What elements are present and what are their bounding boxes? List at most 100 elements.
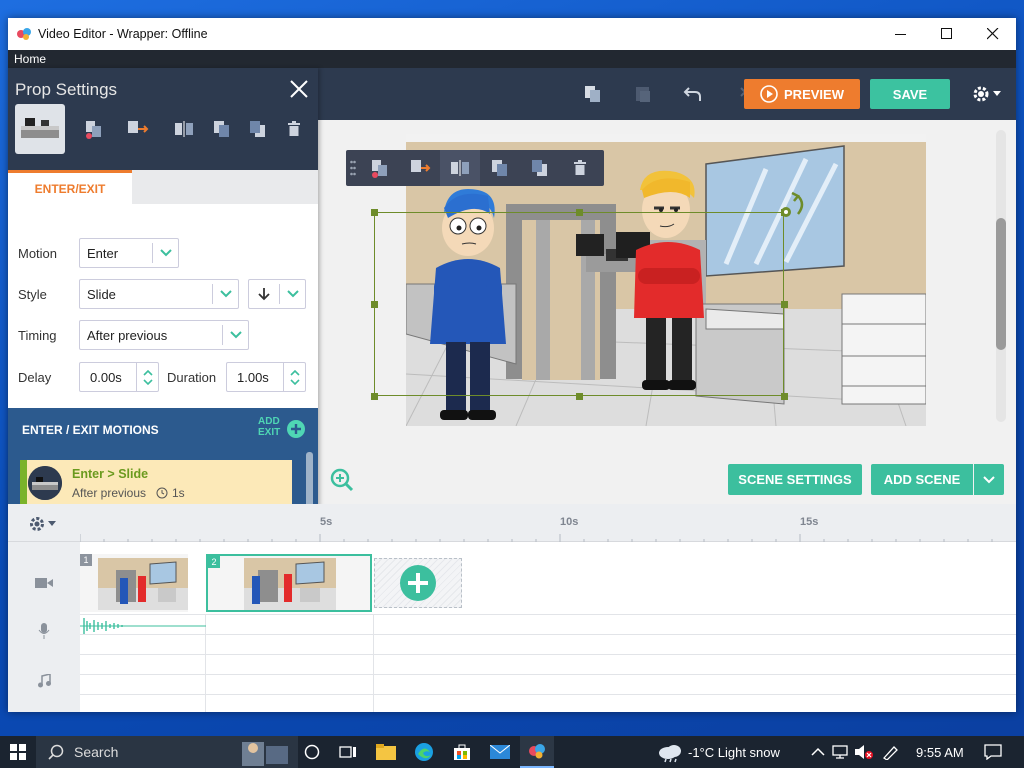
resize-handle-top-left[interactable] — [371, 209, 378, 216]
wrapper-app-taskbar-icon[interactable] — [520, 736, 554, 768]
resize-handle-top[interactable] — [576, 209, 583, 216]
bring-forward-icon[interactable] — [480, 159, 520, 177]
panel-title: Prop Settings — [15, 80, 118, 99]
menu-home[interactable]: Home — [14, 52, 46, 66]
add-motion-icon[interactable] — [400, 158, 440, 178]
chevron-down-icon — [279, 284, 305, 304]
scene-2-thumbnail — [244, 558, 336, 610]
chevron-up-icon[interactable] — [810, 744, 826, 760]
weather-cloud-icon[interactable] — [656, 741, 684, 763]
style-select[interactable]: Slide — [79, 279, 239, 309]
arrow-down-icon — [249, 287, 279, 301]
resize-handle-right[interactable] — [781, 301, 788, 308]
timeline-ruler: 5s 10s 15s — [8, 504, 1016, 542]
delay-value: 0.00s — [90, 369, 122, 385]
timeline-scene-2[interactable]: 2 — [206, 554, 372, 612]
send-backward-icon[interactable] — [520, 159, 560, 177]
close-window-button[interactable] — [970, 18, 1016, 50]
delete-prop-icon[interactable] — [278, 110, 310, 148]
windows-logo-icon — [10, 744, 26, 760]
search-placeholder: Search — [74, 744, 119, 760]
undo-icon[interactable] — [674, 68, 712, 120]
network-icon[interactable] — [832, 744, 850, 760]
direction-select[interactable] — [248, 279, 306, 309]
close-panel-icon[interactable] — [286, 76, 312, 102]
gear-icon — [973, 86, 989, 102]
selection-box[interactable] — [374, 212, 784, 396]
bring-forward-icon[interactable] — [206, 110, 238, 148]
save-button[interactable]: SAVE — [870, 79, 950, 109]
clock-time[interactable]: 9:55 AM — [916, 745, 964, 760]
resize-handle-bottom-left[interactable] — [371, 393, 378, 400]
weather-text[interactable]: -1°C Light snow — [688, 745, 780, 760]
flip-horizontal-icon[interactable] — [440, 150, 480, 186]
caret-down-icon — [993, 91, 1001, 96]
microphone-track-icon — [8, 616, 80, 646]
camera-track-icon — [8, 554, 80, 612]
timing-select[interactable]: After previous — [79, 320, 249, 350]
chevron-down-icon — [152, 243, 178, 263]
mail-icon[interactable] — [488, 740, 512, 764]
tab-enter-exit[interactable]: ENTER/EXIT — [8, 170, 132, 204]
tick-label-5s: 5s — [320, 516, 333, 528]
music-track-icon — [8, 666, 80, 696]
caret-down-icon — [48, 521, 56, 526]
zoom-in-icon[interactable] — [330, 468, 354, 492]
menu-bar: Home — [8, 50, 1016, 68]
volume-muted-icon[interactable] — [854, 744, 874, 760]
plus-circle-icon — [400, 565, 436, 601]
add-exit-label-line2: EXIT — [258, 427, 281, 438]
motion-item-duration-value: 1s — [172, 486, 185, 500]
scene-settings-button[interactable]: SCENE SETTINGS — [728, 464, 862, 495]
resize-handle-bottom[interactable] — [576, 393, 583, 400]
store-icon[interactable] — [450, 740, 474, 764]
preview-button[interactable]: PREVIEW — [744, 79, 860, 109]
delete-asset-icon[interactable] — [560, 160, 600, 176]
search-icon — [48, 744, 64, 760]
notifications-icon[interactable] — [984, 744, 1002, 761]
paste-icon[interactable] — [624, 68, 662, 120]
clock-icon — [156, 487, 168, 499]
motion-select[interactable]: Enter — [79, 238, 179, 268]
flip-horizontal-icon[interactable] — [168, 110, 200, 148]
start-button[interactable] — [0, 736, 36, 768]
add-exit-button[interactable]: ADD EXIT — [258, 416, 280, 438]
file-explorer-icon[interactable] — [374, 740, 398, 764]
add-scene-slot[interactable] — [374, 558, 462, 608]
stage-scrollbar-thumb[interactable] — [996, 218, 1006, 350]
ruler-ticks — [80, 534, 993, 542]
plus-circle-icon[interactable] — [287, 420, 305, 438]
audio-waveform[interactable] — [80, 616, 206, 636]
stepper-arrows-icon[interactable] — [283, 363, 305, 391]
chevron-down-icon — [212, 284, 238, 304]
swap-asset-icon[interactable] — [360, 158, 400, 178]
task-view-icon[interactable] — [336, 740, 360, 764]
motions-scrollbar[interactable] — [306, 452, 313, 508]
resize-handle-left[interactable] — [371, 301, 378, 308]
rotate-handle-icon[interactable] — [776, 190, 806, 220]
task-view-circle-icon[interactable] — [300, 740, 324, 764]
timeline-settings-button[interactable] — [28, 514, 62, 534]
minimize-button[interactable] — [878, 18, 924, 50]
add-motion-icon[interactable] — [122, 110, 154, 148]
pen-icon[interactable] — [882, 744, 900, 761]
resize-handle-bottom-right[interactable] — [781, 393, 788, 400]
delay-stepper[interactable]: 0.00s — [79, 362, 159, 392]
style-label: Style — [18, 287, 47, 302]
edge-browser-icon[interactable] — [412, 740, 436, 764]
drag-handle-icon[interactable] — [346, 150, 360, 186]
copy-icon[interactable] — [574, 68, 612, 120]
duration-stepper[interactable]: 1.00s — [226, 362, 306, 392]
duration-label: Duration — [167, 370, 217, 385]
timeline-scene-1[interactable]: 1 — [80, 554, 188, 612]
taskbar-search-box[interactable]: Search — [36, 736, 298, 768]
add-scene-button[interactable]: ADD SCENE — [871, 464, 973, 495]
maximize-button[interactable] — [924, 18, 970, 50]
app-window: Video Editor - Wrapper: Offline Home PRE… — [8, 18, 1016, 712]
stepper-arrows-icon[interactable] — [136, 363, 158, 391]
send-backward-icon[interactable] — [242, 110, 274, 148]
scene-divider — [373, 614, 374, 712]
swap-prop-icon[interactable] — [78, 110, 110, 148]
settings-menu-button[interactable] — [966, 80, 1006, 108]
add-scene-dropdown-button[interactable] — [974, 464, 1004, 495]
